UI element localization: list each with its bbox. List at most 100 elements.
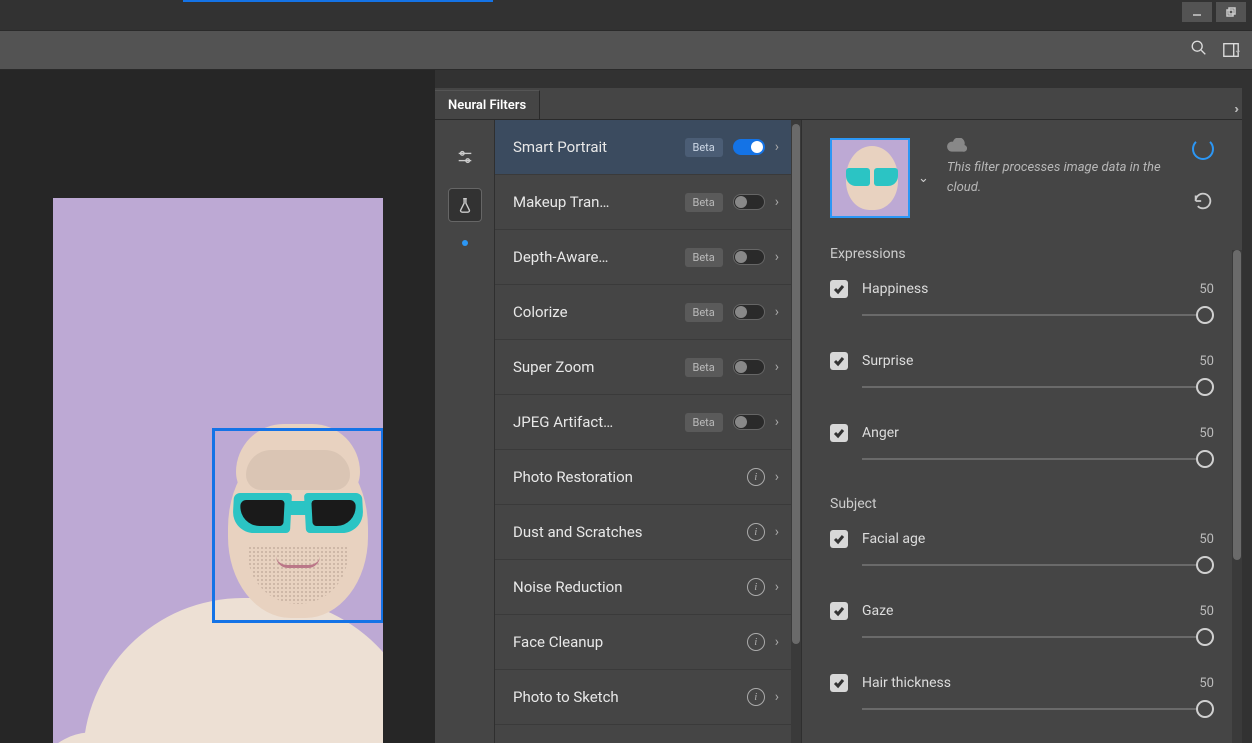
minimize-button[interactable] [1182, 2, 1212, 22]
filter-row[interactable]: ColorizeBeta› [495, 285, 791, 340]
slider-label: Gaze [862, 603, 1185, 619]
section-label-subject: Subject [830, 496, 1214, 512]
filter-row[interactable]: Photo to Sketchi› [495, 670, 791, 725]
slider-checkbox[interactable] [830, 602, 848, 620]
chevron-right-icon: › [775, 359, 779, 375]
filter-list-column: Smart PortraitBeta›Makeup Tran…Beta›Dept… [495, 120, 802, 743]
chevron-right-icon: › [775, 469, 779, 485]
chevron-right-icon: › [775, 249, 779, 265]
slider-track[interactable] [862, 700, 1214, 718]
slider-knob[interactable] [1196, 556, 1214, 574]
filter-toggle[interactable] [733, 139, 765, 155]
image-preview [53, 198, 383, 743]
info-icon[interactable]: i [747, 523, 765, 541]
beta-badge: Beta [685, 138, 723, 157]
options-bar: ⌄ [0, 30, 1252, 70]
slider-label: Hair thickness [862, 675, 1185, 691]
filter-name-label: Noise Reduction [513, 578, 737, 596]
face-detection-box [212, 428, 383, 623]
section-label-expressions: Expressions [830, 246, 1214, 262]
beta-badge: Beta [685, 413, 723, 432]
chevron-right-icon: › [775, 634, 779, 650]
filter-name-label: Photo Restoration [513, 468, 737, 486]
slider-track[interactable] [862, 628, 1214, 646]
filter-row[interactable]: Super ZoomBeta› [495, 340, 791, 395]
slider-checkbox[interactable] [830, 280, 848, 298]
search-icon[interactable] [1190, 39, 1208, 61]
slider-label: Surprise [862, 353, 1185, 369]
slider-row: Gaze 50 [830, 602, 1214, 646]
filter-row[interactable]: Photo Restoration i › [495, 450, 791, 505]
slider-row: Happiness50 [830, 280, 1214, 324]
filter-row[interactable]: Noise Reductioni› [495, 560, 791, 615]
cloud-icon [947, 138, 967, 152]
workspace-icon[interactable]: ⌄ [1222, 41, 1242, 59]
active-tab-underline [183, 0, 493, 2]
slider-value: 50 [1199, 676, 1214, 691]
filter-toggle[interactable] [733, 194, 765, 210]
slider-track[interactable] [862, 556, 1214, 574]
filter-name-label: Face Cleanup [513, 633, 737, 651]
filter-row[interactable]: Face Cleanup i › [495, 615, 791, 670]
slider-track[interactable] [862, 450, 1214, 468]
slider-knob[interactable] [1196, 378, 1214, 396]
sliders-icon[interactable] [448, 140, 482, 174]
slider-value: 50 [1199, 282, 1214, 297]
slider-row: Facial age 50 [830, 530, 1214, 574]
slider-row: Surprise50 [830, 352, 1214, 396]
slider-checkbox[interactable] [830, 530, 848, 548]
info-icon[interactable]: i [747, 688, 765, 706]
cloud-processing-note: This filter processes image data in the … [947, 138, 1174, 197]
info-icon[interactable]: i [747, 468, 765, 486]
slider-label: Anger [862, 425, 1185, 441]
filter-row[interactable]: Smart PortraitBeta› [495, 120, 791, 175]
slider-value: 50 [1199, 604, 1214, 619]
beta-badge: Beta [685, 358, 723, 377]
chevron-right-icon: › [775, 524, 779, 540]
filter-row[interactable]: Depth-Aware…Beta› [495, 230, 791, 285]
slider-value: 50 [1199, 532, 1214, 547]
filter-toggle[interactable] [733, 414, 765, 430]
restore-button[interactable] [1216, 2, 1246, 22]
filter-name-label: Colorize [513, 303, 675, 321]
info-icon[interactable]: i [747, 578, 765, 596]
chevron-right-icon: › [775, 139, 779, 155]
slider-value: 50 [1199, 426, 1214, 441]
chevron-right-icon: › [775, 304, 779, 320]
slider-track[interactable] [862, 378, 1214, 396]
settings-scrollbar[interactable] [1232, 250, 1242, 743]
slider-knob[interactable] [1196, 700, 1214, 718]
beta-badge: Beta [685, 193, 723, 212]
slider-track[interactable] [862, 306, 1214, 324]
slider-checkbox[interactable] [830, 352, 848, 370]
filter-toggle[interactable] [733, 304, 765, 320]
beta-badge: Beta [685, 248, 723, 267]
slider-knob[interactable] [1196, 306, 1214, 324]
chevron-right-icon: › [775, 194, 779, 210]
window-controls [1182, 0, 1252, 25]
filter-row[interactable]: Makeup Tran…Beta› [495, 175, 791, 230]
collapse-panel-icon[interactable]: ›› [1234, 102, 1236, 117]
chevron-right-icon: › [775, 414, 779, 430]
reset-icon[interactable] [1192, 192, 1214, 214]
document-canvas[interactable] [0, 70, 435, 743]
filter-row[interactable]: JPEG Artifact…Beta› [495, 395, 791, 450]
filter-settings-column: ⌄ This filter processes image data in th… [802, 120, 1242, 743]
slider-knob[interactable] [1196, 628, 1214, 646]
slider-checkbox[interactable] [830, 674, 848, 692]
rail-indicator-dot [462, 240, 468, 246]
slider-knob[interactable] [1196, 450, 1214, 468]
filter-name-label: Dust and Scratches [513, 523, 737, 541]
filter-list-scrollbar[interactable] [791, 120, 801, 743]
detected-face-thumbnail[interactable] [830, 138, 910, 218]
flask-icon[interactable] [448, 188, 482, 222]
slider-row: Hair thickness 50 [830, 674, 1214, 718]
filter-toggle[interactable] [733, 249, 765, 265]
filter-row[interactable]: Dust and Scratches i › [495, 505, 791, 560]
panel-tab-neural-filters[interactable]: Neural Filters [435, 90, 540, 119]
info-icon[interactable]: i [747, 633, 765, 651]
filter-toggle[interactable] [733, 359, 765, 375]
slider-checkbox[interactable] [830, 424, 848, 442]
slider-label: Facial age [862, 531, 1185, 547]
face-selector-chevron-icon[interactable]: ⌄ [918, 171, 929, 186]
